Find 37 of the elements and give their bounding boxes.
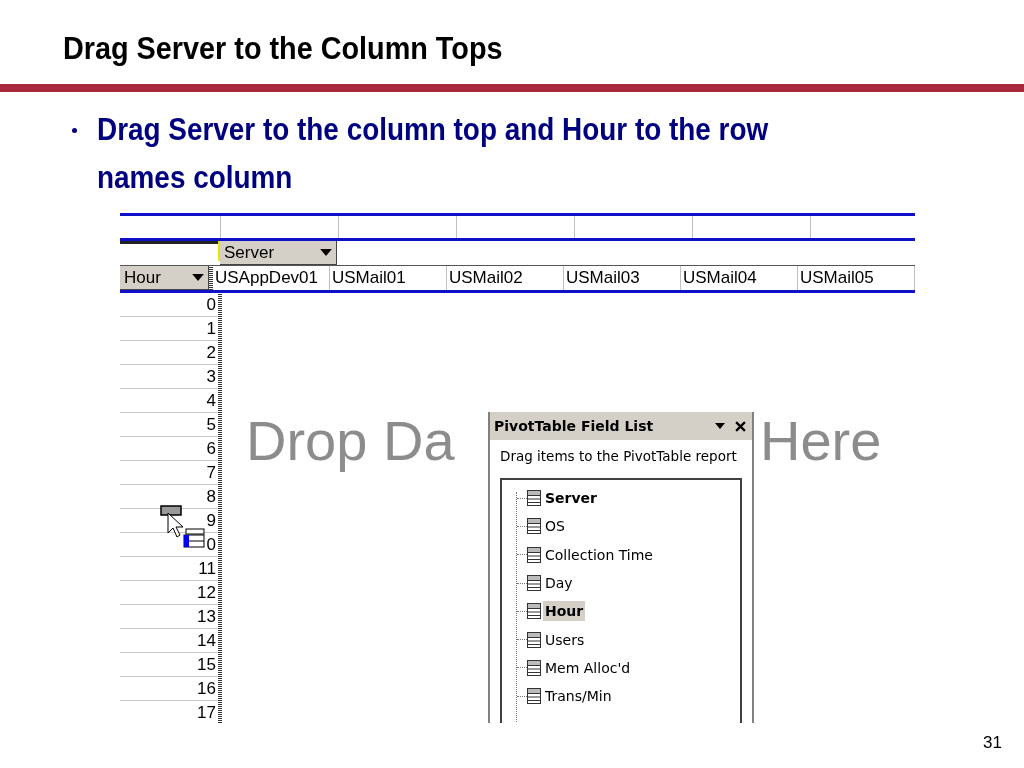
field-icon [527,688,541,705]
row-field-button[interactable]: Hour [120,266,209,290]
field-item[interactable]: Server [543,488,599,509]
column-field-button[interactable]: Server [220,241,337,265]
column-header-cell: USMail02 [447,266,564,290]
dropdown-arrow-icon [192,274,204,281]
field-item[interactable]: Mem Alloc'd [543,657,633,678]
dropdown-arrow-icon[interactable] [715,423,725,429]
field-icon [527,603,541,620]
field-item[interactable]: Collection Time [543,544,655,565]
bullet-text: Drag Server to the column top and Hour to the row names column [97,111,770,197]
slide-title: Drag Server to the Column Tops [62,29,504,68]
column-header-cell: USAppDev01 [213,266,330,290]
field-icon [527,490,541,507]
field-icon [527,631,541,648]
bullet-dot-icon [72,128,77,133]
field-item[interactable]: Users [543,629,587,650]
field-icon [527,518,541,535]
instruction-text: Drag items to the PivotTable report [499,447,738,464]
field-item[interactable]: OS [543,516,567,537]
drop-area-hint: Here [760,408,882,473]
dropdown-arrow-icon [320,249,332,256]
column-header-cell: USMail01 [330,266,447,290]
page-number: 31 [983,733,1002,753]
drag-cursor-drawing [160,505,206,549]
field-item[interactable]: Day [543,573,575,594]
field-icon [527,575,541,592]
close-icon[interactable] [735,420,746,432]
field-item[interactable]: Hour [543,601,586,622]
column-header-cell: USMail05 [798,266,915,290]
field-icon [527,546,541,563]
field-icon [527,659,541,676]
field-item[interactable]: Trans/Min [543,686,614,707]
drop-area-hint: Drop Da [246,408,455,473]
column-header-cell: USMail03 [564,266,681,290]
column-header-cell: USMail04 [681,266,798,290]
panel-title: PivotTable Field List [494,418,655,434]
